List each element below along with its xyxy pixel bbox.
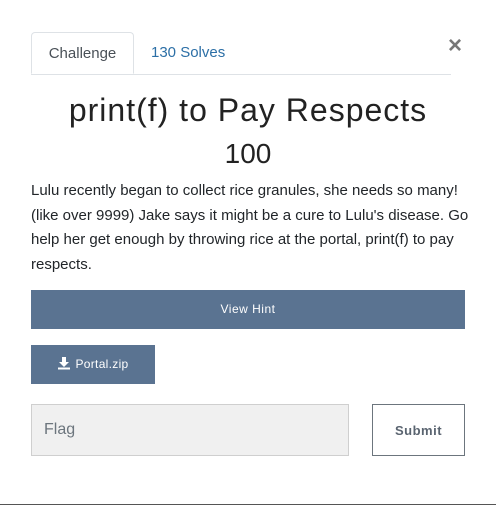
file-name: Portal.zip (75, 357, 129, 371)
challenge-modal: × Challenge 130 Solves print(f) to Pay R… (0, 0, 496, 505)
file-download-button[interactable]: Portal.zip (31, 345, 155, 384)
view-hint-button[interactable]: View Hint (31, 290, 465, 329)
challenge-description: Lulu recently began to collect rice gran… (31, 182, 469, 273)
challenge-value: 100 (224, 138, 272, 169)
challenge-title: print(f) to Pay Respects (68, 92, 428, 128)
tab-solves[interactable]: 130 Solves (151, 32, 225, 74)
challenge-tabs: Challenge 130 Solves (31, 32, 451, 75)
flag-input[interactable] (31, 404, 349, 456)
download-icon (58, 357, 71, 370)
submit-button[interactable]: Submit (372, 404, 465, 456)
tab-challenge[interactable]: Challenge (31, 32, 134, 74)
